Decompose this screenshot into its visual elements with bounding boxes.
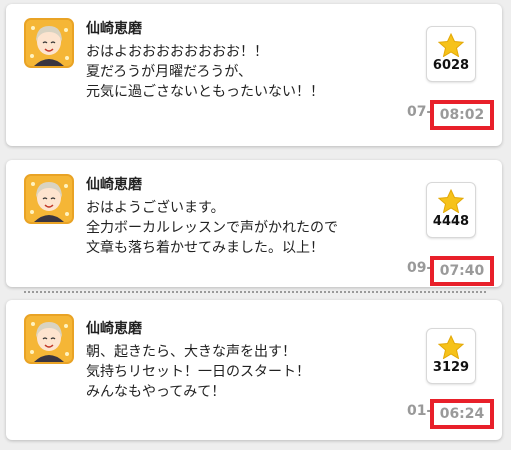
post-card: 仙崎恵磨 朝、起きたら、大きな声を出す！ 気持ちリセット！一日のスタート！ みん… bbox=[6, 300, 502, 440]
message-line: 夏だろうが月曜だろうが、 bbox=[86, 64, 253, 80]
post-card: 仙崎恵磨 おはよおおおおおおおお！！ 夏だろうが月曜だろうが、 元気に過ごさない… bbox=[6, 4, 502, 146]
message-line: 気持ちリセット！一日のスタート！ bbox=[86, 364, 310, 380]
star-icon bbox=[438, 33, 464, 57]
star-icon bbox=[438, 189, 464, 213]
message-line: みんなもやってみて！ bbox=[86, 384, 226, 400]
divider bbox=[24, 291, 486, 293]
avatar[interactable] bbox=[24, 174, 74, 224]
post-card: 仙崎恵磨 おはようございます。 全力ボーカルレッスンで声がかれたので 文章も落ち… bbox=[6, 160, 502, 287]
post-message: おはようございます。 全力ボーカルレッスンで声がかれたので 文章も落ち着かせてみ… bbox=[86, 198, 338, 258]
post-message: おはよおおおおおおおお！！ 夏だろうが月曜だろうが、 元気に過ごさないともったい… bbox=[86, 42, 324, 102]
message-line: 元気に過ごさないともったいない！！ bbox=[86, 84, 324, 100]
message-line: 朝、起きたら、大きな声を出す！ bbox=[86, 344, 296, 360]
avatar[interactable] bbox=[24, 314, 74, 364]
message-line: おはようございます。 bbox=[86, 200, 225, 216]
message-line: 文章も落ち着かせてみました。以上！ bbox=[86, 240, 324, 256]
post-time: 08:02 bbox=[430, 100, 494, 130]
message-line: 全力ボーカルレッスンで声がかれたので bbox=[86, 220, 338, 236]
post-time: 07:40 bbox=[430, 256, 494, 286]
avatar-image bbox=[26, 20, 72, 66]
like-button[interactable]: 3129 bbox=[426, 328, 476, 384]
author-name[interactable]: 仙崎恵磨 bbox=[86, 318, 142, 338]
author-name[interactable]: 仙崎恵磨 bbox=[86, 174, 142, 194]
star-icon bbox=[438, 335, 464, 359]
author-name[interactable]: 仙崎恵磨 bbox=[86, 18, 142, 38]
avatar-image bbox=[26, 176, 72, 222]
avatar-image bbox=[26, 316, 72, 362]
like-count: 6028 bbox=[432, 58, 470, 73]
message-line: おはよおおおおおおおお！！ bbox=[86, 44, 268, 60]
like-button[interactable]: 4448 bbox=[426, 182, 476, 238]
like-count: 4448 bbox=[432, 214, 470, 229]
avatar[interactable] bbox=[24, 18, 74, 68]
like-button[interactable]: 6028 bbox=[426, 26, 476, 82]
post-time: 06:24 bbox=[430, 399, 494, 429]
post-message: 朝、起きたら、大きな声を出す！ 気持ちリセット！一日のスタート！ みんなもやって… bbox=[86, 342, 310, 402]
like-count: 3129 bbox=[432, 360, 470, 375]
